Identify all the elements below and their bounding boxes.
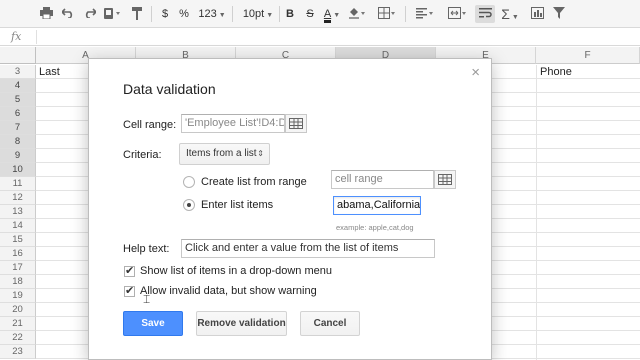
number-format-label: 123 <box>198 8 217 20</box>
fill-color-icon[interactable] <box>347 5 369 23</box>
show-dropdown-checkbox[interactable]: ✔ <box>124 264 135 277</box>
row-header-7[interactable]: 7 <box>0 121 36 135</box>
allow-invalid-checkbox[interactable]: ✔ <box>124 284 135 297</box>
enter-items-label: Enter list items <box>201 199 274 211</box>
row-header-5[interactable]: 5 <box>0 93 36 107</box>
chevron-down-icon: ▼ <box>333 12 341 19</box>
font-size-label: 10pt <box>242 8 265 20</box>
row-header-20[interactable]: 20 <box>0 303 36 317</box>
row-header-10[interactable]: 10 <box>0 163 36 177</box>
criteria-select-value: Items from a list <box>186 148 257 159</box>
strikethrough-button[interactable]: S <box>303 5 317 23</box>
text-color-button[interactable]: A ▼ <box>321 5 343 23</box>
select-range-button[interactable] <box>285 114 307 133</box>
cell-a3[interactable]: Last <box>39 65 60 79</box>
text-color-icon: A <box>323 8 332 23</box>
row-header-21[interactable]: 21 <box>0 317 36 331</box>
cell-range-label: Cell range: <box>123 119 177 131</box>
row-header-17[interactable]: 17 <box>0 261 36 275</box>
grid-icon <box>289 118 303 129</box>
currency-button[interactable]: $ <box>158 5 172 23</box>
redo-icon[interactable] <box>81 5 97 23</box>
create-list-label: Create list from range <box>201 176 307 188</box>
list-range-input[interactable]: cell range <box>331 170 434 189</box>
dialog-title: Data validation <box>123 81 216 97</box>
chevron-down-icon: ▼ <box>266 12 274 19</box>
row-header-13[interactable]: 13 <box>0 205 36 219</box>
toolbar: $ % 123 ▼ 10pt ▼ B S A ▼ Σ ▼ <box>0 0 640 28</box>
select-list-range-button[interactable] <box>434 170 456 189</box>
align-icon[interactable] <box>414 5 436 23</box>
paint-roller-icon[interactable] <box>129 5 145 23</box>
criteria-label: Criteria: <box>123 149 162 161</box>
check-icon: ✔ <box>125 264 135 277</box>
data-validation-dialog: Data validation × Cell range: 'Employee … <box>88 58 492 360</box>
row-header-18[interactable]: 18 <box>0 275 36 289</box>
remove-validation-button[interactable]: Remove validation <box>196 311 287 336</box>
merge-icon[interactable] <box>446 5 470 23</box>
allow-invalid-label: Allow invalid data, but show warning <box>140 285 317 297</box>
chart-icon[interactable] <box>528 5 546 23</box>
chevron-updown-icon: ⇕ <box>257 149 264 158</box>
cancel-button[interactable]: Cancel <box>300 311 360 336</box>
row-header-16[interactable]: 16 <box>0 247 36 261</box>
example-hint: example: apple,cat,dog <box>336 223 414 232</box>
help-text-input[interactable]: Click and enter a value from the list of… <box>181 239 435 258</box>
row-header-4[interactable]: 4 <box>0 79 36 93</box>
help-text-label: Help text: <box>123 243 170 255</box>
chevron-down-icon: ▼ <box>218 12 226 19</box>
row-header-11[interactable]: 11 <box>0 177 36 191</box>
fx-icon: fx <box>11 30 22 43</box>
sum-icon[interactable]: Σ ▼ <box>500 5 520 23</box>
row-header-22[interactable]: 22 <box>0 331 36 345</box>
cursor-icon: ⌶ <box>143 292 151 306</box>
row-header-19[interactable]: 19 <box>0 289 36 303</box>
cell-f3[interactable]: Phone <box>540 65 572 79</box>
create-list-radio[interactable] <box>183 176 195 188</box>
font-size-select[interactable]: 10pt ▼ <box>239 5 277 23</box>
grid-icon <box>438 174 452 185</box>
row-header-15[interactable]: 15 <box>0 233 36 247</box>
check-icon: ✔ <box>125 284 135 297</box>
list-items-input[interactable]: abama,California <box>333 196 421 215</box>
borders-icon[interactable] <box>376 5 398 23</box>
row-header-12[interactable]: 12 <box>0 191 36 205</box>
criteria-select[interactable]: Items from a list ⇕ <box>179 143 270 165</box>
print-icon[interactable] <box>38 5 54 23</box>
row-header-9[interactable]: 9 <box>0 149 36 163</box>
row-header-3[interactable]: 3 <box>0 65 36 79</box>
percent-button[interactable]: % <box>177 5 191 23</box>
close-icon[interactable]: × <box>471 65 480 81</box>
number-format-button[interactable]: 123 ▼ <box>197 5 227 23</box>
row-header-6[interactable]: 6 <box>0 107 36 121</box>
row-header-14[interactable]: 14 <box>0 219 36 233</box>
save-button[interactable]: Save <box>123 311 183 336</box>
paint-format-icon[interactable] <box>102 5 124 23</box>
row-header-23[interactable]: 23 <box>0 345 36 359</box>
undo-icon[interactable] <box>60 5 76 23</box>
col-header-f[interactable]: F <box>536 47 640 64</box>
select-all-corner[interactable] <box>0 47 36 64</box>
enter-items-radio[interactable] <box>183 199 195 211</box>
show-dropdown-label: Show list of items in a drop-down menu <box>140 265 332 277</box>
bold-button[interactable]: B <box>283 5 297 23</box>
chevron-down-icon: ▼ <box>511 14 519 21</box>
formula-bar: fx <box>0 28 640 46</box>
cell-range-input[interactable]: 'Employee List'!D4:D <box>181 114 285 133</box>
row-header-8[interactable]: 8 <box>0 135 36 149</box>
wrap-icon[interactable] <box>475 5 495 23</box>
filter-icon[interactable] <box>551 5 567 23</box>
